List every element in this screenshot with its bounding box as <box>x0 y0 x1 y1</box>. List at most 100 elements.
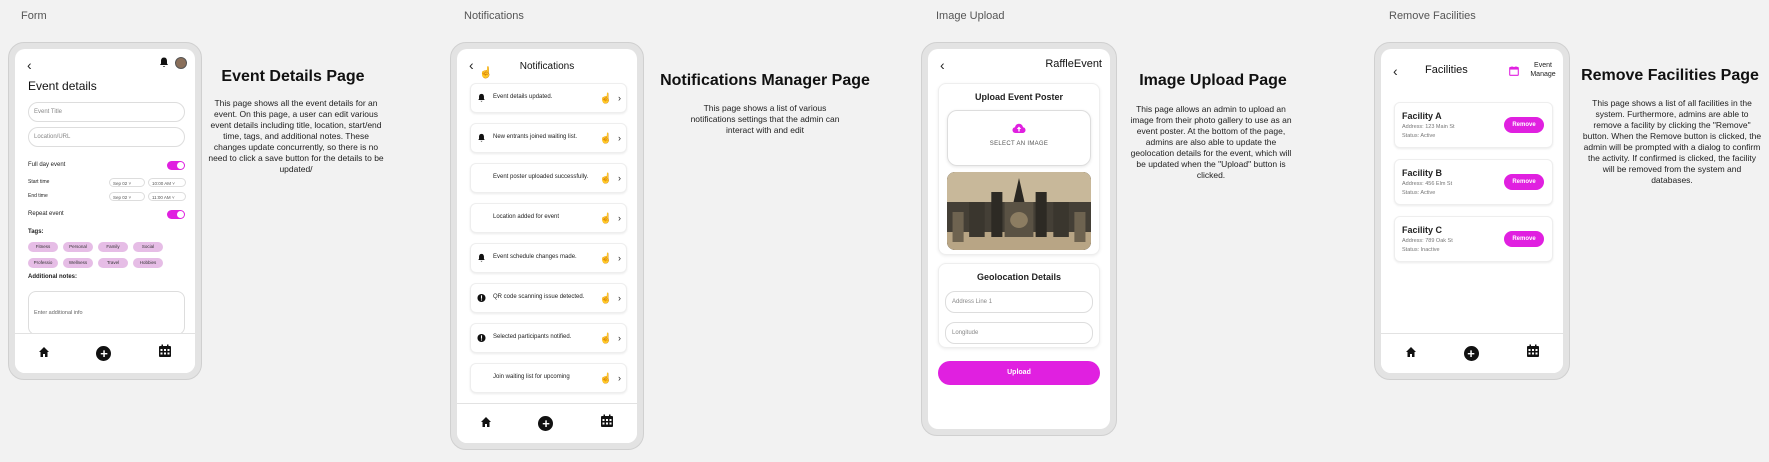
tag-chip[interactable]: Social <box>133 242 163 252</box>
geo-heading: Geolocation Details <box>976 272 1062 282</box>
back-arrow-icon[interactable]: ‹ <box>940 57 945 73</box>
notifications-screen: ‹ ☝ Notifications Event details updated.… <box>457 49 637 443</box>
notifications-desc-text: This page shows a list of various notifi… <box>690 103 840 136</box>
tag-chip[interactable]: Hobbies <box>133 258 163 268</box>
section-label-image-upload: Image Upload <box>936 10 1005 22</box>
full-day-label: Full day event <box>28 162 66 168</box>
notification-item[interactable]: Event details updated. ☝ › <box>470 83 627 113</box>
address-field[interactable]: Address Line 1 <box>945 291 1093 313</box>
calendar-icon[interactable] <box>600 414 614 433</box>
chevron-right-icon[interactable]: › <box>618 253 621 263</box>
end-time-select[interactable]: 11:00 AM ˅ <box>148 192 186 201</box>
chevron-right-icon[interactable]: › <box>618 373 621 383</box>
notification-item[interactable]: New entrants joined waiting list. ☝ › <box>470 123 627 153</box>
tag-chip[interactable]: Travel <box>98 258 128 268</box>
full-day-toggle[interactable] <box>167 161 185 170</box>
upload-button[interactable]: Upload <box>938 361 1100 385</box>
tag-chip[interactable]: Fitness <box>28 242 58 252</box>
facilities-phone: ‹ Facilities Event Manage Facility A Add… <box>1374 42 1570 380</box>
bell-icon[interactable] <box>159 57 169 71</box>
remove-button[interactable]: Remove <box>1504 231 1544 247</box>
section-label-remove-facilities: Remove Facilities <box>1389 10 1476 22</box>
bottom-nav: + <box>1381 333 1563 373</box>
calendar-icon[interactable] <box>1526 344 1540 363</box>
start-date-select[interactable]: Sep 02 ˅ <box>109 178 145 187</box>
pointer-hand-icon: ☝ <box>599 293 612 305</box>
tag-chip[interactable]: Family <box>98 242 128 252</box>
select-image-button[interactable]: SELECT AN IMAGE <box>947 110 1091 166</box>
notes-label: Additional notes: <box>28 274 77 280</box>
facility-address: Address: 456 Elm St <box>1402 181 1453 187</box>
event-details-desc-title: Event Details Page <box>221 68 365 85</box>
facilities-desc-title: Remove Facilities Page <box>1581 67 1759 84</box>
pointer-hand-icon: ☝ <box>599 253 612 265</box>
end-date-select[interactable]: Sep 02 ˅ <box>109 192 145 201</box>
notification-text: Location added for event <box>493 214 560 221</box>
facility-name: Facility A <box>1402 111 1442 121</box>
image-upload-desc-title: Image Upload Page <box>1139 72 1287 89</box>
remove-button[interactable]: Remove <box>1504 117 1544 133</box>
chevron-right-icon[interactable]: › <box>618 333 621 343</box>
facilities-screen: ‹ Facilities Event Manage Facility A Add… <box>1381 49 1563 373</box>
notification-text: QR code scanning issue detected. <box>493 294 585 301</box>
chevron-right-icon[interactable]: › <box>618 213 621 223</box>
tag-chip[interactable]: Professio <box>28 258 58 268</box>
home-icon[interactable] <box>480 415 492 433</box>
facility-status: Status: Inactive <box>1402 247 1440 253</box>
section-label-notifications: Notifications <box>464 10 524 22</box>
facility-status: Status: Active <box>1402 133 1436 139</box>
geolocation-card: Geolocation Details Address Line 1 Longi… <box>938 263 1100 348</box>
home-icon[interactable] <box>1405 345 1417 363</box>
notes-textarea[interactable]: Enter additional info <box>28 291 185 335</box>
chevron-right-icon[interactable]: › <box>618 93 621 103</box>
start-time-label: Start time <box>28 179 50 185</box>
add-icon[interactable]: + <box>538 416 554 431</box>
pointer-hand-icon: ☝ <box>599 373 612 385</box>
facility-name: Facility C <box>1402 225 1443 235</box>
event-details-desc-text: This page shows all the event details fo… <box>208 98 384 175</box>
start-time-select[interactable]: 10:00 AM ˅ <box>148 178 186 187</box>
pointer-hand-icon: ☝ <box>599 173 612 185</box>
bell-icon <box>478 93 485 102</box>
tags-label: Tags: <box>28 229 44 235</box>
page-title: Facilities <box>1425 64 1468 76</box>
remove-button[interactable]: Remove <box>1504 174 1544 190</box>
tag-chip[interactable]: Personal <box>63 242 93 252</box>
avatar[interactable] <box>175 57 187 69</box>
location-field[interactable]: Location/URL <box>28 127 185 147</box>
notification-item[interactable]: Event schedule changes made. ☝ › <box>470 243 627 273</box>
notification-item[interactable]: QR code scanning issue detected. ☝ › <box>470 283 627 313</box>
notification-item[interactable]: Selected participants notified. ☝ › <box>470 323 627 353</box>
tag-chip[interactable]: Wellness <box>63 258 93 268</box>
chevron-right-icon[interactable]: › <box>618 293 621 303</box>
notification-item[interactable]: Event poster uploaded successfully. ☝ › <box>470 163 627 193</box>
chevron-right-icon[interactable]: › <box>618 133 621 143</box>
calendar-icon[interactable] <box>158 344 172 363</box>
facilities-desc-text: This page shows a list of all facilities… <box>1582 98 1762 186</box>
notification-item[interactable]: Location added for event ☝ › <box>470 203 627 233</box>
notification-text: Event poster uploaded successfully. <box>493 174 589 181</box>
pointer-hand-icon: ☝ <box>599 333 612 345</box>
alert-icon <box>477 293 486 303</box>
start-time-value: 10:00 AM <box>152 180 172 186</box>
bell-icon <box>478 133 485 142</box>
event-manage-link[interactable]: Event Manage <box>1523 61 1563 79</box>
pointer-hand-icon: ☝ <box>599 133 612 145</box>
back-arrow-icon[interactable]: ‹ <box>1393 63 1398 79</box>
add-icon[interactable]: + <box>96 346 112 361</box>
longitude-field[interactable]: Longitude <box>945 322 1093 344</box>
event-title-field[interactable]: Event Title <box>28 102 185 122</box>
repeat-event-toggle[interactable] <box>167 210 185 219</box>
back-arrow-icon[interactable]: ‹ <box>27 57 32 73</box>
add-icon[interactable]: + <box>1463 346 1479 361</box>
facility-name: Facility B <box>1402 168 1443 178</box>
home-icon[interactable] <box>38 345 50 363</box>
bottom-nav: + <box>15 333 195 373</box>
notification-item[interactable]: Join waiting list for upcoming ☝ › <box>470 363 627 393</box>
cloud-upload-icon <box>1012 123 1026 133</box>
end-time-value: 11:00 AM <box>152 194 171 200</box>
chevron-right-icon[interactable]: › <box>618 173 621 183</box>
facility-address: Address: 123 Main St <box>1402 124 1455 130</box>
calendar-icon[interactable] <box>1509 66 1519 76</box>
facility-status: Status: Active <box>1402 190 1436 196</box>
